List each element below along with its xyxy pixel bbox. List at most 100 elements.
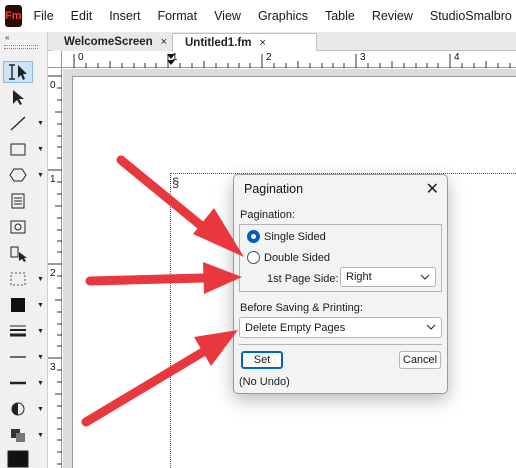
ruler-label-2: 2: [266, 52, 272, 63]
chevron-down-icon[interactable]: ▼: [37, 328, 44, 335]
line-icon: [10, 116, 26, 131]
ruler-ticks: [73, 54, 511, 68]
chevron-down-icon[interactable]: ▼: [37, 302, 44, 309]
tint-tool[interactable]: [3, 398, 33, 420]
overprint-icon: [11, 429, 25, 442]
tab-label: Untitled1.fm: [185, 36, 252, 49]
before-saving-select[interactable]: Delete Empty Pages: [239, 317, 442, 338]
single-sided-label: Single Sided: [264, 230, 326, 243]
ruler-label-0: 0: [50, 80, 56, 91]
before-saving-label: Before Saving & Printing:: [240, 302, 363, 314]
document-tabs: WelcomeScreen × Untitled1.fm ×: [48, 32, 516, 51]
line-style-tool[interactable]: [3, 372, 33, 394]
double-sided-option[interactable]: Double Sided: [247, 251, 330, 264]
menu-edit[interactable]: Edit: [71, 9, 93, 23]
polygon-tool[interactable]: [3, 164, 33, 186]
chevron-down-icon: [426, 324, 436, 330]
pagination-dialog: Pagination ✕ Pagination: Single Sided Do…: [233, 174, 448, 394]
close-icon[interactable]: ✕: [426, 179, 439, 199]
ruler-label-0: 0: [78, 52, 84, 63]
text-cursor-tool[interactable]: [3, 61, 33, 83]
close-icon[interactable]: ×: [259, 37, 265, 49]
line-tool[interactable]: [3, 112, 33, 134]
overprint-tool[interactable]: [3, 424, 33, 446]
set-button[interactable]: Set: [241, 351, 283, 369]
tools-panel: « ▼ ▼ ▼ ▼ ▼ ▼ ▼ ▼ ▼ ▼: [0, 32, 48, 468]
app-logo[interactable]: Fm: [5, 5, 22, 27]
radio-checked-icon[interactable]: [247, 230, 260, 243]
ruler-label-3: 3: [50, 362, 56, 373]
ruler-label-1: 1: [172, 52, 178, 63]
ruler-label-1: 1: [50, 174, 56, 185]
select-arrow-tool[interactable]: [3, 86, 33, 108]
marquee-tool[interactable]: [3, 268, 33, 290]
close-icon[interactable]: ×: [161, 36, 167, 48]
menu-review[interactable]: Review: [372, 9, 413, 23]
text-frame-tool[interactable]: [3, 190, 33, 212]
chevron-down-icon[interactable]: ▼: [37, 172, 44, 179]
menu-studiosmalbro[interactable]: StudioSmalbro: [430, 9, 512, 23]
before-saving-value: Delete Empty Pages: [245, 321, 346, 334]
radio-unchecked-icon[interactable]: [247, 251, 260, 264]
chevron-down-icon[interactable]: ▼: [37, 120, 44, 127]
line-width-tool[interactable]: [3, 320, 33, 342]
tab-label: WelcomeScreen: [64, 36, 153, 48]
image-frame-icon: [10, 220, 26, 234]
fill-tool[interactable]: [3, 294, 33, 316]
menu-view[interactable]: View: [214, 9, 241, 23]
rectangle-icon: [10, 143, 26, 156]
section-mark: §: [172, 175, 180, 190]
text-frame-icon: [11, 193, 25, 209]
image-frame-tool[interactable]: [3, 216, 33, 238]
chevron-down-icon[interactable]: ▼: [37, 432, 44, 439]
menu-format[interactable]: Format: [157, 9, 197, 23]
color-tool[interactable]: [3, 448, 33, 468]
fill-icon: [11, 298, 25, 312]
menu-table[interactable]: Table: [325, 9, 355, 23]
menu-insert[interactable]: Insert: [109, 9, 140, 23]
ruler-label-3: 3: [360, 52, 366, 63]
rectangle-tool[interactable]: [3, 138, 33, 160]
first-page-side-value: Right: [346, 271, 372, 283]
chevron-down-icon[interactable]: ▼: [37, 276, 44, 283]
tab-welcome-screen[interactable]: WelcomeScreen ×: [52, 33, 172, 51]
double-sided-label: Double Sided: [264, 251, 331, 264]
smart-select-icon: [10, 246, 27, 262]
chevron-down-icon[interactable]: ▼: [37, 380, 44, 387]
divider: [239, 344, 442, 345]
tint-icon: [11, 402, 25, 416]
polygon-icon: [9, 168, 27, 182]
line-style-icon: [10, 381, 26, 385]
app-logo-text: Fm: [5, 10, 22, 22]
chevron-down-icon: [420, 274, 430, 280]
tab-untitled1[interactable]: Untitled1.fm ×: [172, 33, 317, 51]
ruler-corner: [48, 51, 62, 68]
ruler-label-2: 2: [50, 268, 56, 279]
menu-bar: Fm File Edit Insert Format View Graphics…: [0, 0, 516, 32]
horizontal-ruler[interactable]: 0 1 2 3 4: [62, 51, 516, 68]
first-page-side-label: 1st Page Side:: [267, 273, 339, 285]
chevron-down-icon[interactable]: ▼: [37, 354, 44, 361]
tools-panel-header: «: [0, 32, 48, 60]
menu-items: File Edit Insert Format View Graphics Ta…: [34, 9, 516, 23]
select-arrow-icon: [13, 90, 24, 105]
smart-select-tool[interactable]: [3, 242, 33, 264]
collapse-icon[interactable]: «: [5, 33, 9, 42]
single-sided-option[interactable]: Single Sided: [247, 230, 326, 243]
cancel-button[interactable]: Cancel: [399, 351, 441, 369]
chevron-down-icon[interactable]: ▼: [37, 146, 44, 153]
line-end-icon: [10, 356, 26, 358]
chevron-down-icon[interactable]: ▼: [37, 406, 44, 413]
menu-graphics[interactable]: Graphics: [258, 9, 308, 23]
menu-file[interactable]: File: [34, 9, 54, 23]
no-undo-note: (No Undo): [239, 376, 290, 388]
ruler-label-4: 4: [454, 52, 460, 63]
panel-grip[interactable]: [4, 45, 38, 49]
line-width-icon: [10, 325, 26, 337]
first-page-side-select[interactable]: Right: [340, 267, 436, 287]
vertical-ruler[interactable]: 0 1 2 3: [48, 68, 62, 468]
line-end-tool[interactable]: [3, 346, 33, 368]
color-icon: [7, 450, 29, 468]
pagination-group-label: Pagination:: [240, 209, 296, 221]
marquee-icon: [10, 272, 26, 286]
